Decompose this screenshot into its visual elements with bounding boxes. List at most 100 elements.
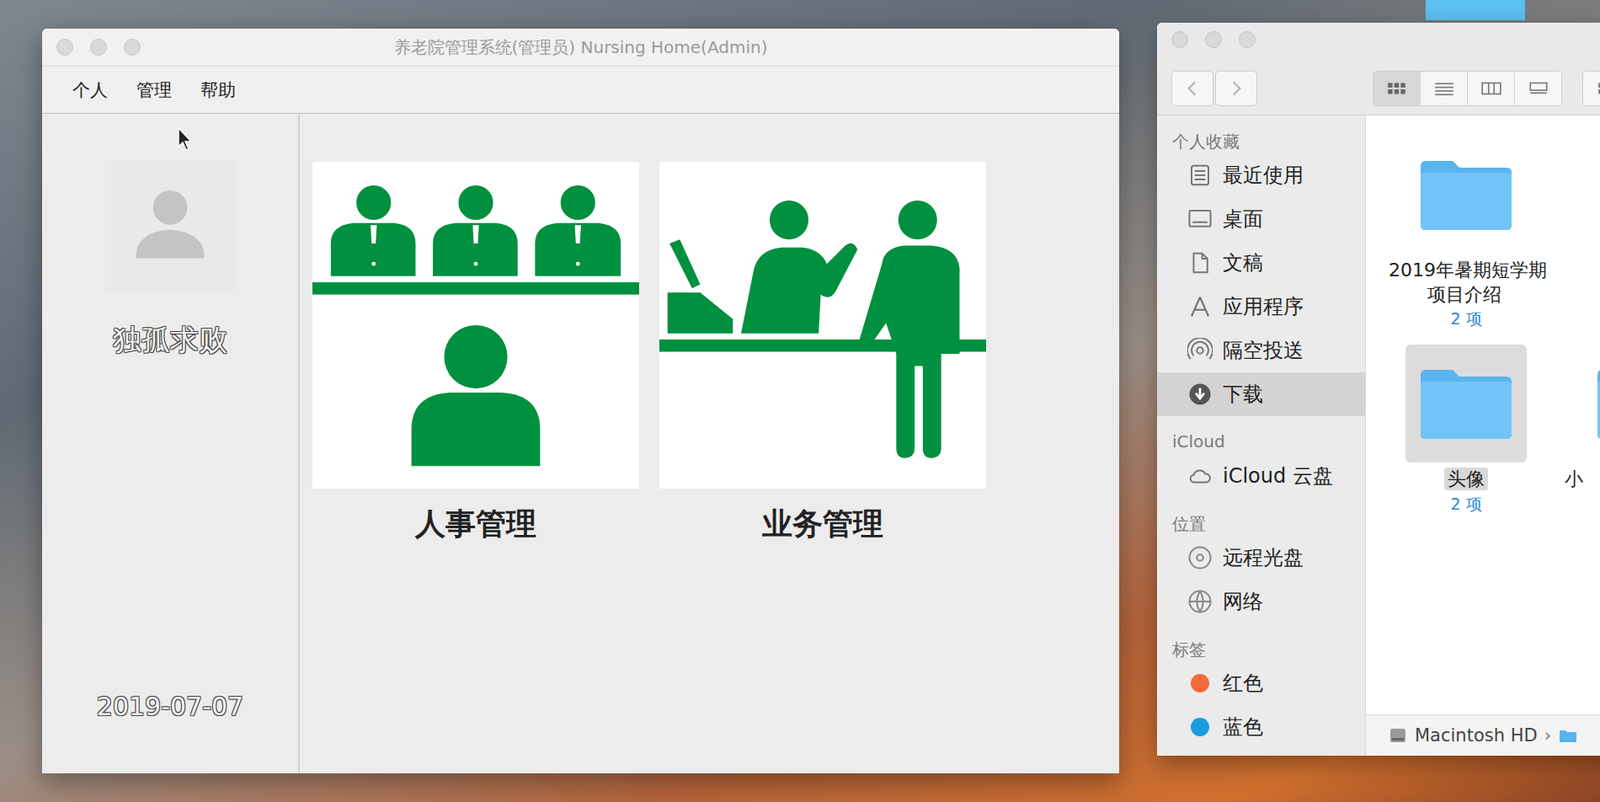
sidebar-tag[interactable]: 蓝色 [1157,704,1366,749]
module-tile[interactable]: 业务管理 [659,161,987,545]
avatar[interactable] [105,160,236,291]
sidebar-header: iCloud [1157,416,1366,454]
finder-window: 个人收藏最近使用桌面文稿应用程序隔空投送下载iCloudiCloud 云盘位置远… [1157,22,1600,756]
tile-image [312,161,640,489]
sidebar-item[interactable]: 下载 [1157,372,1366,416]
tag-color-icon [1190,717,1210,736]
view-mode-button[interactable] [1514,71,1562,106]
sidebar-item[interactable]: 桌面 [1157,197,1366,241]
title-bar: 养老院管理系统(管理员) Nursing Home(Admin) [42,28,1120,67]
view-mode-icon [1386,80,1408,96]
network-icon [1187,588,1213,614]
sidebar-label: iCloud 云盘 [1222,462,1334,490]
finder-sidebar: 个人收藏最近使用桌面文稿应用程序隔空投送下载iCloudiCloud 云盘位置远… [1157,115,1366,756]
path-item[interactable]: Macintosh HD [1414,725,1538,746]
user-folder-icon [1557,725,1579,746]
desktop-icon [1187,206,1213,232]
forward-button[interactable] [1215,70,1258,107]
sidebar-tag[interactable]: 红色 [1157,661,1366,705]
finder-toolbar [1157,22,1600,116]
minimize-button[interactable] [90,38,107,56]
module-area: 人事管理 业务管理 [299,113,1120,774]
folder-icon-box [1405,135,1527,254]
window-controls [56,38,141,56]
user-name: 独孤求败 [112,320,228,360]
download-icon [1187,381,1213,407]
sidebar-label: 最近使用 [1222,161,1304,189]
sidebar-item[interactable]: 隔空投送 [1157,328,1366,373]
sidebar-header: 位置 [1157,497,1366,536]
current-date: 2019-07-07 [96,691,244,721]
apps-icon [1187,293,1213,320]
sidebar-label: 桌面 [1222,205,1264,233]
sidebar-item[interactable]: 网络 [1157,579,1366,624]
cloud-icon [1187,463,1213,489]
desktop: 养老院管理系统(管理员) Nursing Home(Admin) 个人 管理 帮助独孤… [0,0,1600,802]
window-body: 独孤求败 2019-07-07 人事管理 业务管理 [42,113,1120,774]
folder-name: 头像 [1377,467,1555,492]
path-bar: Macintosh HD › [1365,714,1600,756]
menu-item[interactable]: 帮助 [200,78,236,102]
file-area: 2019年暑期短学期项目介绍2 项头像2 项小Macintosh HD› [1365,115,1600,756]
tile-label: 人事管理 [415,503,537,545]
folder-item[interactable]: 小 [1554,344,1600,554]
menu-item[interactable]: 个人 [72,78,108,102]
sidebar-label: 下载 [1222,380,1264,408]
folder-icon [1415,154,1517,235]
view-mode-button[interactable] [1420,71,1468,106]
sidebar-item[interactable]: 远程光盘 [1157,535,1366,580]
zoom-button[interactable] [1238,31,1256,48]
folder-item[interactable]: 2019年暑期短学期项目介绍2 项 [1377,135,1555,345]
staff-icon [312,161,640,489]
back-button[interactable] [1171,70,1214,107]
tile-label: 业务管理 [762,503,884,545]
folder-name: 2019年暑期短学期项目介绍 [1377,258,1555,307]
sidebar-label: 红色 [1222,669,1264,697]
view-mode-icon [1433,80,1456,96]
folder-icon [1592,362,1600,444]
desktop-item[interactable] [1425,0,1526,21]
folder-icon [1415,362,1517,444]
sidebar-item[interactable]: 最近使用 [1157,153,1366,198]
item-count: 2 项 [1450,308,1482,331]
group-button[interactable] [1582,70,1600,107]
navigation-buttons [1171,70,1258,107]
chevron-right-icon [1226,79,1246,98]
zoom-button[interactable] [123,38,141,56]
close-button[interactable] [1171,31,1189,48]
sidebar-item[interactable]: iCloud 云盘 [1157,453,1366,498]
toolbar-controls [1171,70,1600,107]
mouse-cursor-icon [176,126,194,152]
sidebar-label: 文稿 [1222,249,1264,277]
module-tile[interactable]: 人事管理 [312,161,640,545]
sidebar-item[interactable]: 应用程序 [1157,284,1366,329]
user-panel: 独孤求败 2019-07-07 [42,113,300,774]
sidebar-label: 蓝色 [1222,713,1264,741]
airdrop-icon [1187,337,1213,363]
view-mode-icon [1480,80,1503,96]
group-icon [1596,80,1600,96]
chevron-left-icon [1183,79,1202,98]
recent-icon [1187,162,1213,188]
folder-icon-box [1405,344,1527,463]
view-mode-button[interactable] [1373,71,1421,106]
tag-color-icon [1190,673,1210,693]
sidebar-label: 远程光盘 [1222,544,1304,571]
close-button[interactable] [56,38,74,56]
view-mode-switch [1372,70,1563,107]
menu-item[interactable]: 管理 [136,78,172,102]
sidebar-label: 隔空投送 [1222,336,1304,364]
minimize-button[interactable] [1205,31,1222,48]
sidebar-item[interactable]: 文稿 [1157,240,1366,285]
folder-name: 小 [1554,467,1600,492]
menu-bar: 个人 管理 帮助 [42,66,1120,114]
sidebar-label: 应用程序 [1222,293,1304,320]
view-mode-icon [1527,80,1550,96]
path-separator: › [1544,725,1552,746]
service-counter-icon [659,161,987,489]
view-mode-button[interactable] [1467,71,1515,106]
folder-icon-box [1582,344,1600,463]
person-icon [119,175,221,277]
folder-item[interactable]: 头像2 项 [1377,344,1555,554]
disc-icon [1187,544,1213,571]
